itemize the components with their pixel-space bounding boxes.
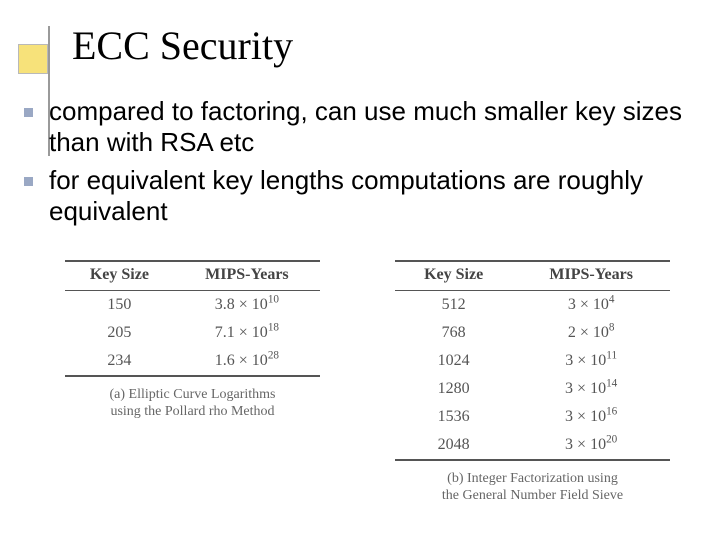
cell-key: 1280	[395, 375, 512, 403]
cell-mips: 3.8 × 1010	[174, 291, 320, 320]
cell-mips: 1.6 × 1028	[174, 347, 320, 376]
table-row: 512 3 × 104	[395, 291, 670, 320]
table-a-caption: (a) Elliptic Curve Logarithms using the …	[65, 387, 320, 421]
table-b-caption: (b) Integer Factorization using the Gene…	[395, 471, 670, 505]
cell-key: 2048	[395, 431, 512, 460]
table-a: Key Size MIPS-Years 150 3.8 × 1010 205 7…	[65, 260, 320, 505]
cell-key: 234	[65, 347, 174, 376]
slide: ECC Security compared to factoring, can …	[0, 0, 720, 540]
table-b: Key Size MIPS-Years 512 3 × 104 768 2 × …	[395, 260, 670, 505]
bullet-icon	[24, 108, 33, 117]
cell-key: 768	[395, 319, 512, 347]
bullet-text: for equivalent key lengths computations …	[49, 165, 704, 226]
cell-mips: 3 × 1020	[512, 431, 670, 460]
col-keysize: Key Size	[395, 261, 512, 291]
cell-key: 205	[65, 319, 174, 347]
bullet-text: compared to factoring, can use much smal…	[49, 96, 704, 157]
table-row: 2048 3 × 1020	[395, 431, 670, 460]
cell-mips: 7.1 × 1018	[174, 319, 320, 347]
table-row: 150 3.8 × 1010	[65, 291, 320, 320]
tables-area: Key Size MIPS-Years 150 3.8 × 1010 205 7…	[65, 260, 670, 505]
table-row: 234 1.6 × 1028	[65, 347, 320, 376]
cell-key: 1024	[395, 347, 512, 375]
bullet-icon	[24, 177, 33, 186]
table-row: 205 7.1 × 1018	[65, 319, 320, 347]
cell-mips: 3 × 104	[512, 291, 670, 320]
cell-mips: 3 × 1016	[512, 403, 670, 431]
table-row: 1024 3 × 1011	[395, 347, 670, 375]
cell-key: 512	[395, 291, 512, 320]
list-item: for equivalent key lengths computations …	[24, 165, 704, 226]
slide-title: ECC Security	[72, 24, 293, 68]
cell-key: 1536	[395, 403, 512, 431]
accent-square	[18, 44, 48, 74]
col-keysize: Key Size	[65, 261, 174, 291]
cell-mips: 2 × 108	[512, 319, 670, 347]
cell-key: 150	[65, 291, 174, 320]
cell-mips: 3 × 1014	[512, 375, 670, 403]
table-row: 1536 3 × 1016	[395, 403, 670, 431]
col-mipsyears: MIPS-Years	[174, 261, 320, 291]
table-row: 1280 3 × 1014	[395, 375, 670, 403]
list-item: compared to factoring, can use much smal…	[24, 96, 704, 157]
col-mipsyears: MIPS-Years	[512, 261, 670, 291]
table-row: 768 2 × 108	[395, 319, 670, 347]
cell-mips: 3 × 1011	[512, 347, 670, 375]
bullet-list: compared to factoring, can use much smal…	[24, 96, 704, 235]
